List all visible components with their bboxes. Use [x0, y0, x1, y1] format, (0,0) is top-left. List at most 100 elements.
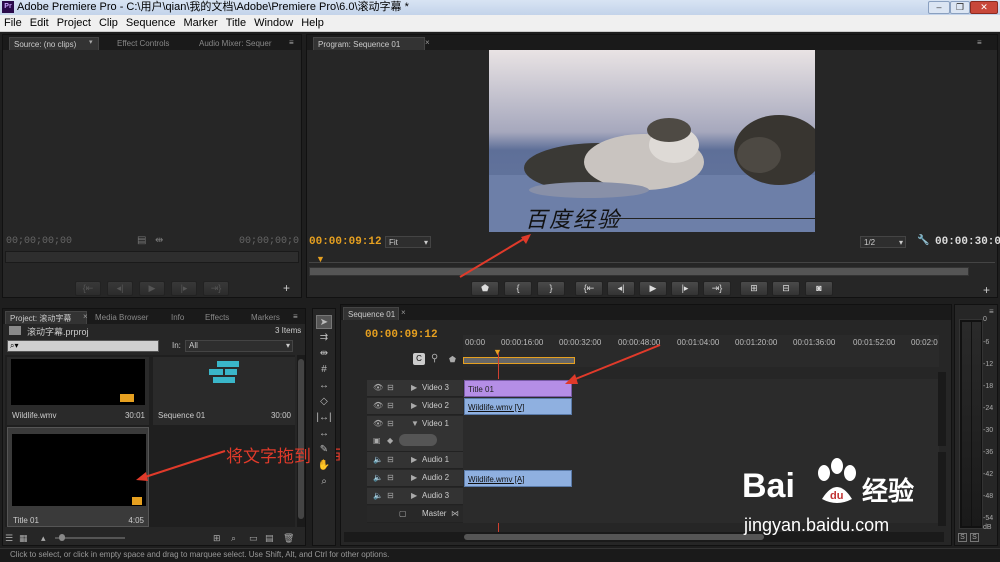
tab-close-icon[interactable]: ×: [425, 38, 430, 47]
keyframe-toggle[interactable]: [399, 434, 437, 446]
program-add-button[interactable]: +: [983, 283, 990, 297]
toggle-icon[interactable]: ▢: [399, 509, 409, 518]
thumbnail-size-slider-handle[interactable]: [59, 534, 65, 541]
tab-sequence-01[interactable]: Sequence 01: [343, 307, 399, 320]
keyframe-icon[interactable]: ⚲: [431, 353, 438, 364]
trash-icon[interactable]: 🗑: [283, 533, 294, 544]
eye-icon[interactable]: 👁: [373, 419, 383, 428]
pen-tool-icon[interactable]: ✎: [316, 443, 332, 457]
go-to-in-button[interactable]: {⇤: [575, 281, 603, 296]
source-play-button[interactable]: ▶: [139, 281, 165, 296]
tab-close-icon[interactable]: ×: [401, 308, 406, 317]
lock-icon[interactable]: ⊟: [387, 491, 397, 500]
eye-icon[interactable]: 👁: [373, 401, 383, 410]
add-marker-button[interactable]: ⬟: [471, 281, 499, 296]
display-style-icon[interactable]: ▣: [373, 436, 383, 445]
razor-tool-icon[interactable]: ◇: [316, 395, 332, 409]
lock-icon[interactable]: ⊟: [387, 419, 397, 428]
tab-close-icon[interactable]: ×: [83, 312, 88, 321]
menu-window[interactable]: Window: [250, 15, 297, 32]
tab-program[interactable]: Program: Sequence 01: [313, 37, 425, 50]
tab-audio-mixer[interactable]: Audio Mixer: Sequer: [195, 37, 275, 50]
lock-icon[interactable]: ⊟: [387, 401, 397, 410]
source-settings-icon[interactable]: ▤: [137, 235, 146, 246]
clip-wildlife-audio[interactable]: Wildlife.wmv [A]: [464, 470, 572, 487]
extract-button[interactable]: ⊟: [772, 281, 800, 296]
lock-icon[interactable]: ⊟: [387, 383, 397, 392]
zoom-out-icon[interactable]: ▴: [41, 533, 46, 544]
mark-in-button[interactable]: {: [504, 281, 532, 296]
project-scrollbar[interactable]: [297, 355, 305, 527]
source-scrub-bar[interactable]: [5, 251, 299, 263]
find-icon[interactable]: ⌕: [231, 533, 236, 544]
speaker-icon[interactable]: 🔈: [373, 473, 383, 482]
menu-sequence[interactable]: Sequence: [122, 15, 180, 32]
panel-menu-icon[interactable]: ≡: [989, 307, 994, 316]
snap-icon[interactable]: C: [413, 353, 425, 365]
expand-arrow-icon[interactable]: ▶: [411, 455, 421, 464]
solo-right-button[interactable]: S: [970, 533, 979, 542]
tab-markers[interactable]: Markers: [247, 311, 284, 324]
go-to-out-button[interactable]: ⇥}: [703, 281, 731, 296]
lock-icon[interactable]: ⊟: [387, 473, 397, 482]
program-time-ruler[interactable]: [309, 255, 995, 263]
source-step-back-button[interactable]: ◂|: [107, 281, 133, 296]
source-add-button[interactable]: +: [283, 281, 290, 295]
eye-icon[interactable]: 👁: [373, 383, 383, 392]
timeline-horizontal-scrollbar-thumb[interactable]: [464, 534, 764, 540]
slide-tool-icon[interactable]: ↔: [316, 427, 332, 441]
project-item-wildlife[interactable]: Wildlife.wmv 30:01: [7, 357, 149, 425]
new-item-icon[interactable]: ▤: [265, 533, 274, 544]
fit-dropdown[interactable]: Fit ▾: [385, 236, 431, 248]
collapse-arrow-icon[interactable]: ▼: [411, 419, 421, 428]
project-item-sequence[interactable]: Sequence 01 30:00: [153, 357, 295, 425]
selection-tool-icon[interactable]: ➤: [316, 315, 332, 329]
menu-project[interactable]: Project: [53, 15, 95, 32]
project-scrollbar-thumb[interactable]: [298, 359, 304, 519]
step-forward-button[interactable]: |▸: [671, 281, 699, 296]
mark-out-button[interactable]: }: [537, 281, 565, 296]
project-search-input[interactable]: ⌕▾: [7, 340, 159, 352]
close-window-button[interactable]: ✕: [970, 1, 998, 14]
menu-marker[interactable]: Marker: [179, 15, 221, 32]
menu-edit[interactable]: Edit: [26, 15, 53, 32]
icon-view-icon[interactable]: ▦: [19, 533, 28, 544]
minimize-button[interactable]: –: [928, 1, 950, 14]
tab-source[interactable]: Source: (no clips): [9, 37, 99, 50]
playhead-icon[interactable]: ▼: [316, 254, 325, 264]
audio-tracks-scrollbar[interactable]: [938, 452, 946, 526]
menu-file[interactable]: File: [0, 15, 26, 32]
tab-effects[interactable]: Effects: [201, 311, 233, 324]
speaker-icon[interactable]: 🔈: [373, 491, 383, 500]
tab-effect-controls[interactable]: Effect Controls: [113, 37, 173, 50]
lock-icon[interactable]: ⊟: [387, 455, 397, 464]
zoom-tool-icon[interactable]: ⌕: [316, 475, 332, 489]
export-frame-button[interactable]: ◙: [805, 281, 833, 296]
menu-title[interactable]: Title: [222, 15, 250, 32]
expand-arrow-icon[interactable]: ▶: [411, 383, 421, 392]
track-select-tool-icon[interactable]: ⇉: [316, 331, 332, 345]
program-zoom-bar[interactable]: [309, 267, 969, 276]
source-go-to-in-button[interactable]: {⇤: [75, 281, 101, 296]
slip-tool-icon[interactable]: |↔|: [316, 411, 332, 425]
source-go-to-out-button[interactable]: ⇥}: [203, 281, 229, 296]
video-tracks-scrollbar[interactable]: [938, 372, 946, 446]
step-back-button[interactable]: ◂|: [607, 281, 635, 296]
ripple-edit-tool-icon[interactable]: ⇹: [316, 347, 332, 361]
tab-source-dropdown-icon[interactable]: ▾: [89, 38, 93, 46]
tab-media-browser[interactable]: Media Browser: [91, 311, 152, 324]
source-step-forward-button[interactable]: |▸: [171, 281, 197, 296]
tab-info[interactable]: Info: [167, 311, 188, 324]
lift-button[interactable]: ⊞: [740, 281, 768, 296]
program-timecode[interactable]: 00:00:09:12: [309, 236, 382, 248]
new-bin-icon[interactable]: ▭: [249, 533, 258, 544]
menu-help[interactable]: Help: [297, 15, 328, 32]
speaker-icon[interactable]: 🔈: [373, 455, 383, 464]
solo-left-button[interactable]: S: [958, 533, 967, 542]
automate-to-sequence-icon[interactable]: ⊞: [213, 533, 221, 544]
keyframe-nav-icon[interactable]: ◆: [387, 436, 397, 445]
play-button[interactable]: ▶: [639, 281, 667, 296]
expand-arrow-icon[interactable]: ▶: [411, 473, 421, 482]
expand-arrow-icon[interactable]: ▶: [411, 491, 421, 500]
thumbnail-size-slider[interactable]: [55, 537, 125, 539]
